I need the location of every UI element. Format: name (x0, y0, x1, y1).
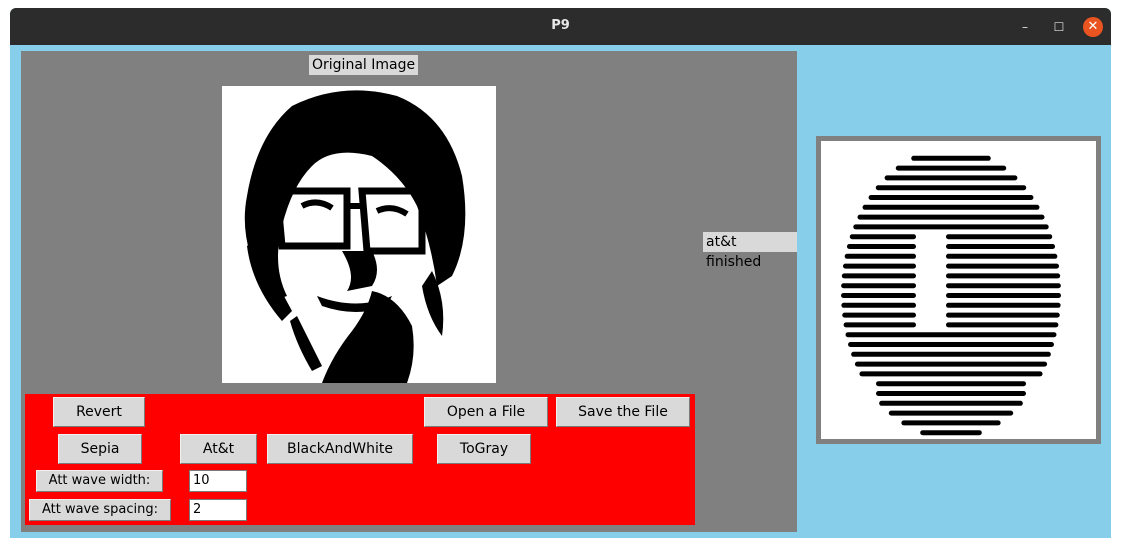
wave-stripe (888, 410, 1014, 416)
wave-stripe (842, 263, 916, 269)
wave-stripe (946, 312, 1060, 318)
wave-stripe (843, 322, 916, 328)
wave-stripe (868, 195, 1034, 200)
wave-stripe (849, 234, 916, 240)
wave-stripe (946, 273, 1061, 279)
window-title: P9 (551, 18, 570, 33)
wave-stripe (853, 224, 1049, 230)
wave-stripe (876, 381, 1026, 387)
wave-stripe (841, 273, 916, 279)
wave-stripe (846, 244, 916, 249)
wave-stripe (841, 302, 916, 308)
maximize-button[interactable]: ☐ (1049, 17, 1069, 37)
result-image-frame (816, 136, 1101, 444)
revert-button[interactable]: Revert (53, 397, 145, 427)
title-bar[interactable]: P9 – ☐ ✕ (10, 8, 1111, 45)
wave-stripe (879, 400, 1023, 406)
wave-width-input[interactable]: 10 (189, 470, 247, 492)
original-portrait (244, 90, 466, 383)
wave-stripe (859, 371, 1043, 377)
wave-stripe (946, 263, 1060, 269)
wave-stripe (862, 204, 1040, 210)
wave-stripe (946, 322, 1059, 328)
wave-stripe (851, 351, 1051, 357)
togray-button[interactable]: ToGray (437, 434, 531, 464)
wave-stripe (844, 253, 916, 259)
att-wave-image (841, 155, 1061, 436)
app-window: P9 – ☐ ✕ Original Image at&t finished Re… (10, 8, 1111, 538)
blackandwhite-button[interactable]: BlackAndWhite (267, 434, 413, 464)
wave-stripe (946, 302, 1061, 308)
wave-stripe (920, 430, 982, 436)
wave-stripe (845, 332, 1057, 338)
wave-stripe (946, 283, 1061, 289)
original-image (222, 86, 496, 383)
wave-stripe (875, 185, 1027, 191)
wave-stripe (841, 293, 916, 298)
original-image-label: Original Image (309, 55, 419, 75)
wave-stripe (884, 175, 1018, 181)
wave-stripe (946, 244, 1056, 249)
wave-stripe (946, 293, 1061, 298)
minimize-button[interactable]: – (1015, 17, 1035, 37)
sepia-button[interactable]: Sepia (58, 434, 142, 464)
status-label: at&t finished (703, 232, 797, 270)
save-file-button[interactable]: Save the File (556, 397, 690, 427)
wave-stripe (841, 283, 916, 289)
wave-stripe (854, 361, 1048, 367)
wave-stripe (946, 234, 1053, 240)
result-image (821, 141, 1096, 439)
wave-stripe (901, 420, 1001, 426)
wave-spacing-label: Att wave spacing: (29, 499, 171, 521)
wave-stripe (946, 253, 1058, 259)
wave-spacing-input[interactable]: 2 (189, 499, 247, 521)
wave-stripe (876, 391, 1026, 396)
wave-stripe (848, 342, 1054, 347)
wave-stripe (911, 155, 991, 161)
controls-panel: Revert Open a File Save the File Sepia A… (25, 394, 695, 525)
wave-stripe (842, 312, 916, 318)
att-button[interactable]: At&t (180, 434, 257, 464)
open-file-button[interactable]: Open a File (424, 397, 548, 427)
wave-stripe (857, 214, 1045, 220)
close-button[interactable]: ✕ (1083, 17, 1103, 37)
wave-stripe (895, 165, 1007, 171)
wave-width-label: Att wave width: (36, 470, 163, 492)
